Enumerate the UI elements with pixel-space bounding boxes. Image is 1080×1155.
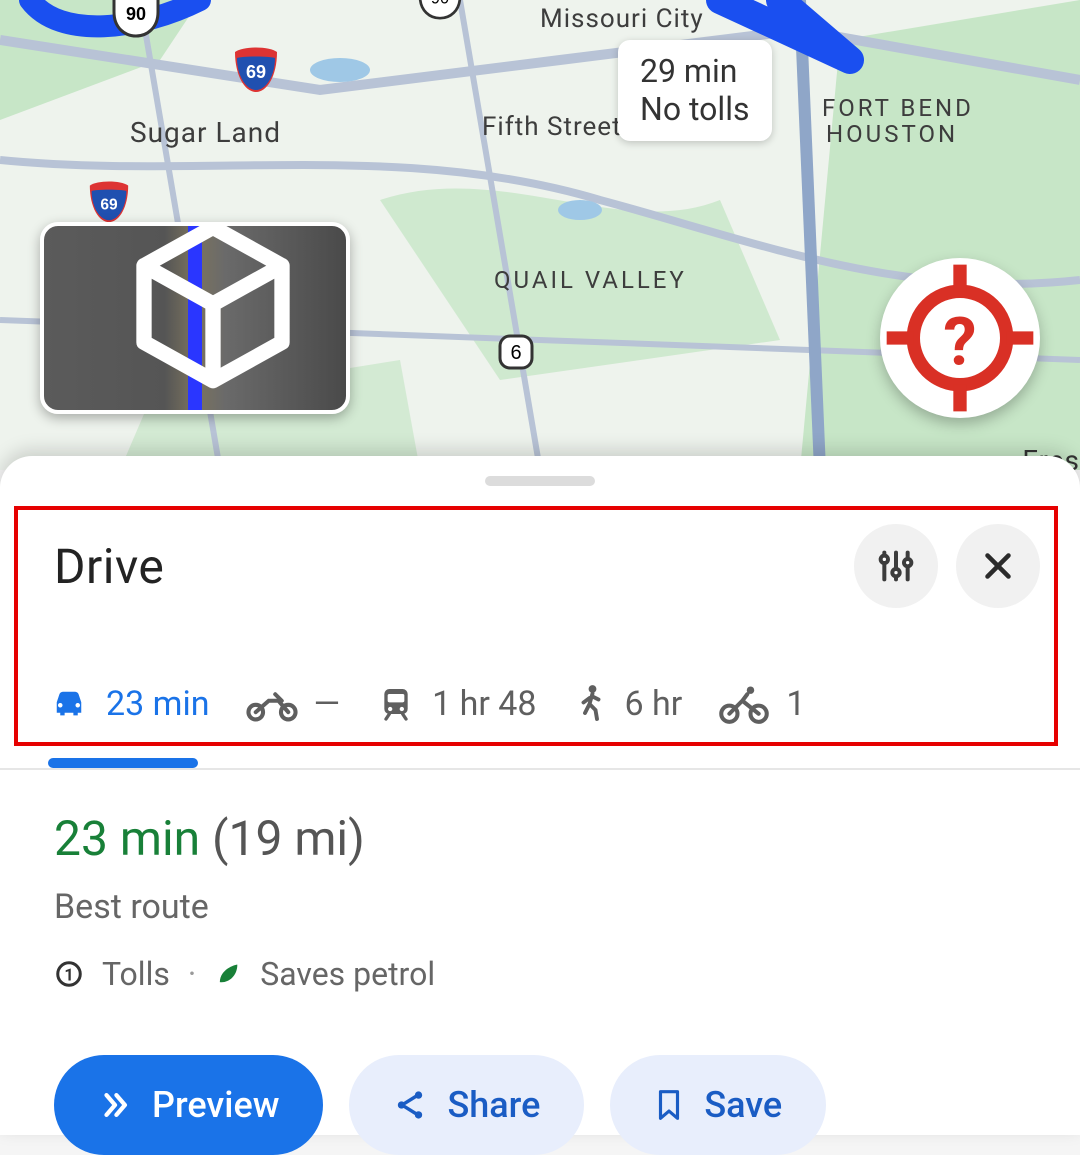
shield-i69-b: 69 [88, 180, 130, 224]
close-icon [980, 548, 1016, 584]
directions-sheet: Drive 23 min — [0, 456, 1080, 1135]
petrol-label: Saves petrol [260, 955, 435, 993]
svg-text:69: 69 [100, 196, 118, 213]
svg-text:6: 6 [510, 342, 521, 364]
map-label-quail: QUAIL VALLEY [494, 266, 687, 294]
preview-icon [98, 1088, 132, 1122]
tolls-icon: 1 [54, 959, 84, 989]
close-sheet-button[interactable] [956, 524, 1040, 608]
route-callout[interactable]: 29 min No tolls [618, 40, 772, 141]
map-label-fifth: Fifth Street [482, 112, 622, 142]
shield-us-90: 90 [112, 0, 160, 38]
route-options-button[interactable] [854, 524, 938, 608]
tolls-label: Tolls [102, 955, 170, 993]
mode-walk-time: 6 hr [625, 684, 683, 724]
active-mode-underline [48, 758, 198, 768]
route-distance: (19 mi) [212, 810, 365, 867]
preview-label: Preview [152, 1084, 279, 1126]
mode-bike-time: 1 [786, 684, 805, 724]
mode-walk[interactable]: 6 hr [573, 682, 683, 732]
leaf-icon [214, 960, 242, 988]
route-callout-tolls: No tolls [640, 90, 750, 128]
mode-transit-time: 1 hr 48 [432, 684, 536, 724]
route-subtitle: Best route [54, 887, 1026, 927]
preview-button[interactable]: Preview [54, 1055, 323, 1155]
svg-text:90: 90 [126, 4, 146, 24]
sliders-icon [876, 546, 916, 586]
mode-motorcycle-time: — [314, 684, 341, 724]
separator-dot: · [188, 955, 196, 993]
train-icon [376, 683, 416, 725]
svg-text:1: 1 [64, 965, 73, 984]
motorcycle-icon [246, 683, 298, 725]
cube-icon [62, 222, 350, 396]
mode-transit[interactable]: 1 hr 48 [376, 683, 536, 731]
mode-motorcycle[interactable]: — [246, 683, 341, 731]
map-label-fort-bend: FORT BEND [822, 94, 974, 122]
route-details: 23 min (19 mi) Best route 1 Tolls · Save… [0, 770, 1080, 1033]
map-label-houston: HOUSTON [826, 120, 958, 148]
map-label-sugar: Sugar Land [130, 116, 281, 149]
svg-text:69: 69 [246, 62, 266, 82]
route-time-distance: 23 min (19 mi) [54, 810, 1026, 867]
sheet-title: Drive [54, 538, 836, 595]
immersive-view-thumbnail[interactable] [40, 222, 350, 414]
save-label: Save [704, 1084, 782, 1126]
shield-us-90-b: 90 [418, 0, 462, 20]
my-location-button[interactable]: ? [880, 258, 1040, 418]
car-icon [48, 683, 90, 725]
share-button[interactable]: Share [349, 1055, 584, 1155]
svg-text:90: 90 [431, 0, 449, 8]
share-icon [393, 1088, 427, 1122]
shield-tx-6: 6 [496, 332, 536, 372]
bike-icon [718, 683, 770, 725]
walk-icon [573, 682, 609, 726]
bookmark-icon [654, 1088, 684, 1122]
travel-modes-bar: 23 min — 1 hr 48 6 hr 1 [0, 608, 1080, 746]
shield-i69: 69 [233, 46, 279, 94]
route-callout-time: 29 min [640, 52, 750, 90]
sheet-drag-handle[interactable] [485, 476, 595, 486]
save-button[interactable]: Save [610, 1055, 826, 1155]
mode-drive-time: 23 min [106, 684, 210, 724]
map-canvas[interactable]: 90 90 69 69 6 Missouri City Sugar Land F… [0, 0, 1080, 470]
crosshair-icon: ? [880, 258, 1040, 418]
svg-text:?: ? [943, 304, 976, 382]
action-buttons: Preview Share Save [0, 1033, 1080, 1155]
route-time: 23 min [54, 810, 200, 867]
map-label-missouri: Missouri City [540, 4, 704, 34]
share-label: Share [447, 1084, 540, 1126]
mode-drive[interactable]: 23 min [48, 683, 210, 731]
mode-bike[interactable]: 1 [718, 683, 805, 731]
